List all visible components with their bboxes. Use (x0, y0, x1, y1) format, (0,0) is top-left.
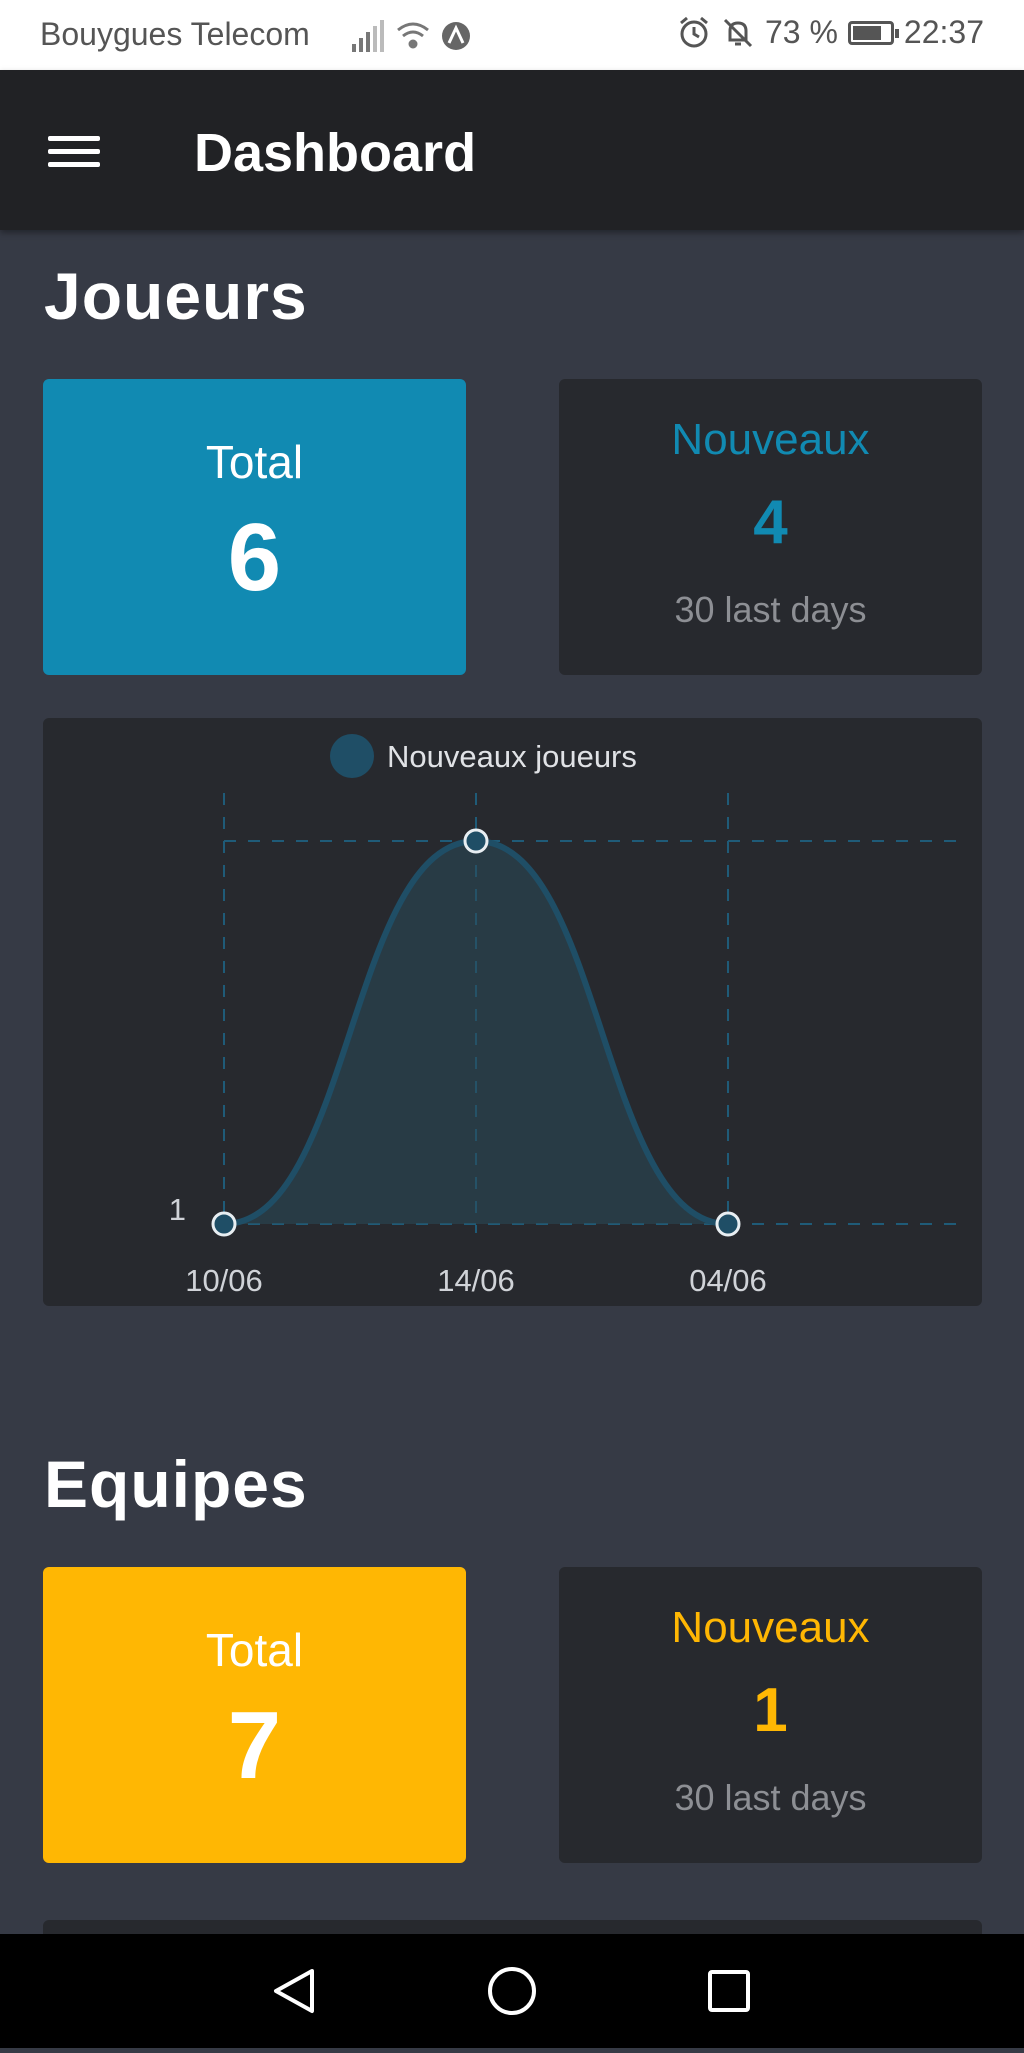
x-tick-label-0: 10/06 (185, 1263, 263, 1298)
joueurs-section-title: Joueurs (44, 259, 308, 333)
legend-label: Nouveaux joueurs (387, 739, 637, 774)
equipes-new-period: 30 last days (674, 1777, 867, 1818)
battery-percent: 73 % (764, 14, 838, 50)
page-title: Dashboard (194, 123, 477, 183)
x-tick-label-1: 14/06 (437, 1263, 515, 1298)
status-bar: Bouygues Telecom 73 % 22:37 (0, 0, 1024, 70)
hamburger-menu-icon[interactable] (48, 136, 100, 168)
equipes-new-value: 1 (753, 1676, 788, 1745)
wifi-icon (397, 22, 429, 49)
carrier-name: Bouygues Telecom (40, 16, 310, 52)
equipes-new-card: Nouveaux 1 30 last days (559, 1567, 982, 1863)
battery-icon (847, 20, 899, 45)
navigation-bar (0, 1934, 1024, 2048)
joueurs-new-value: 4 (753, 488, 788, 557)
clock: 22:37 (903, 14, 984, 50)
signal-icon (352, 20, 384, 52)
legend-swatch (330, 734, 374, 778)
chart-svg: 10/06 14/06 04/06 1 Nouveaux joueurs (169, 734, 968, 1298)
nouveaux-joueurs-chart: 10/06 14/06 04/06 1 Nouveaux joueurs (43, 718, 982, 1306)
alarm-icon (680, 16, 708, 47)
home-button[interactable] (452, 1934, 572, 2048)
recents-button[interactable] (669, 1934, 789, 2048)
signal-wifi-icons (350, 18, 480, 62)
data-point-04/06 (715, 1211, 741, 1237)
app-bar: Dashboard (0, 70, 1024, 230)
back-button[interactable] (232, 1934, 352, 2048)
data-point-10/06 (211, 1211, 237, 1237)
y-tick-label-0: 1 (169, 1192, 186, 1227)
joueurs-new-label: Nouveaux (671, 415, 870, 464)
joueurs-total-card: Total 6 (43, 379, 466, 675)
equipes-total-value: 7 (227, 1692, 282, 1799)
muted-bell-icon (723, 18, 753, 47)
home-circle-icon (488, 1967, 536, 2015)
equipes-total-card: Total 7 (43, 1567, 466, 1863)
joueurs-total-label: Total (205, 436, 304, 488)
equipes-section-title: Equipes (44, 1447, 308, 1521)
equipes-total-label: Total (205, 1624, 304, 1676)
recents-square-icon (708, 1970, 750, 2012)
back-triangle-icon (274, 1969, 314, 2013)
joueurs-new-period: 30 last days (674, 589, 867, 630)
joueurs-new-card: Nouveaux 4 30 last days (559, 379, 982, 675)
joueurs-total-value: 6 (227, 504, 282, 611)
data-point-14/06 (463, 828, 489, 854)
status-right: 73 % 22:37 (677, 14, 984, 51)
x-tick-label-2: 04/06 (689, 1263, 767, 1298)
app-notification-icon (442, 22, 470, 50)
equipes-new-label: Nouveaux (671, 1603, 870, 1652)
